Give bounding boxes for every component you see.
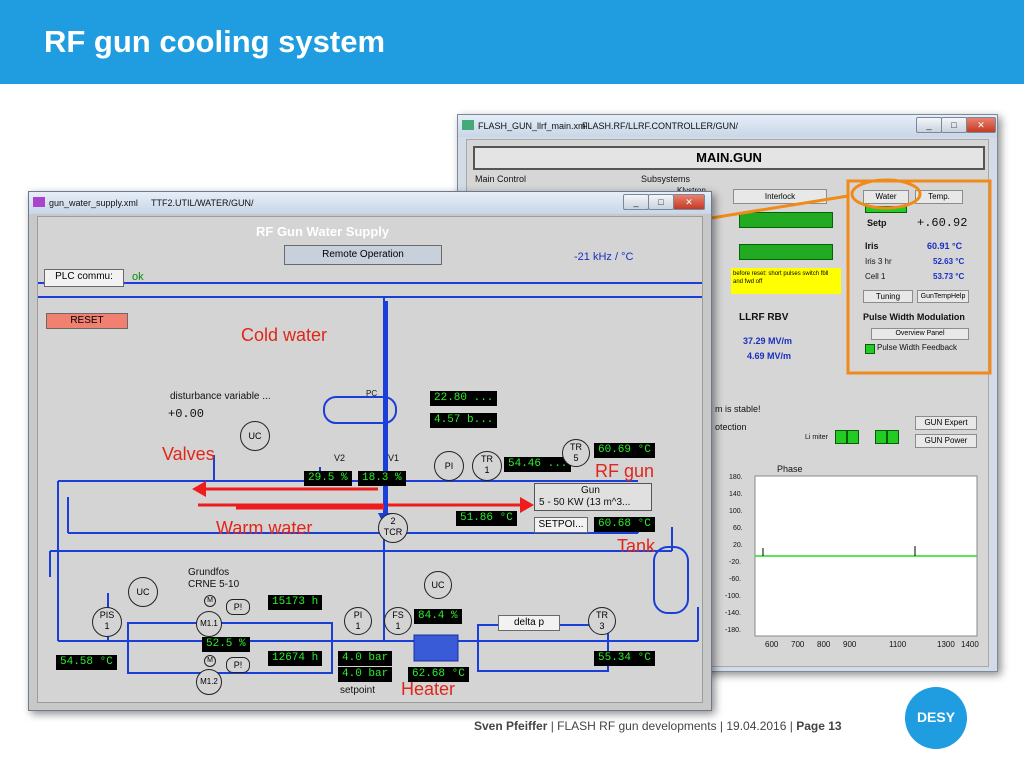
disturbance-value[interactable]: +0.00	[168, 407, 204, 421]
gun-box[interactable]: Gun 5 - 50 KW (13 m^3...	[534, 483, 652, 511]
pump1-hours: 15173 h	[268, 595, 323, 610]
fs1-sensor[interactable]: FS 1	[384, 607, 412, 635]
tcr-sensor[interactable]: 2 TCR	[378, 513, 408, 543]
tr3-sensor[interactable]: TR 3	[588, 607, 616, 635]
water-header: RF Gun Water Supply	[256, 224, 390, 239]
pis-value: 54.58 °C	[56, 655, 117, 670]
pump-m11[interactable]: M1.1	[196, 611, 222, 637]
annotation-rf-gun: RF gun	[595, 461, 655, 481]
annotation-tank: Tank	[617, 536, 656, 556]
tcr-value: 51.86 °C	[456, 511, 517, 526]
flow-value: 84.4 %	[414, 609, 462, 624]
plc-commu-button[interactable]: PLC commu:	[44, 269, 124, 287]
setpoint-label: setpoint	[340, 685, 376, 696]
pressure-value-2: 4.0 bar	[338, 667, 393, 682]
window-title-path: TTF2.UTIL/WATER/GUN/	[151, 198, 254, 208]
plc-status: ok	[132, 271, 144, 283]
motor-icon: M	[204, 595, 216, 607]
gun-label: Gun	[581, 485, 600, 496]
desy-logo-text: DESY	[916, 709, 956, 725]
setpoint-value: 60.68 °C	[594, 517, 655, 532]
gun-spec: 5 - 50 KW (13 m^3...	[539, 497, 631, 508]
annotation-heater: Heater	[401, 679, 456, 699]
remote-operation-button[interactable]: Remote Operation	[284, 245, 442, 265]
pump-model: CRNE 5-10	[188, 579, 240, 590]
water-window-titlebar[interactable]: gun_water_supply.xml TTF2.UTIL/WATER/GUN…	[29, 192, 711, 214]
valve-v2-label: V2	[334, 453, 346, 463]
pump-warning-1: P!	[226, 599, 250, 615]
slide-footer: Sven Pfeiffer | FLASH RF gun development…	[474, 719, 842, 733]
display-pressure-top: 4.57 b...	[430, 413, 498, 428]
footer-author: Sven Pfeiffer	[474, 719, 548, 733]
display-temp-top: 22.80 ...	[430, 391, 498, 406]
pi-sensor[interactable]: PI	[434, 451, 464, 481]
tr1-value: 54.46 ...	[504, 457, 572, 472]
uc-pump-controller[interactable]: UC	[128, 577, 158, 607]
window-title-file: gun_water_supply.xml	[49, 198, 138, 208]
pi1-sensor[interactable]: PI 1	[344, 607, 372, 635]
uc-controller[interactable]: UC	[240, 421, 270, 451]
close-icon[interactable]: ✕	[673, 194, 705, 210]
valve-v2-value: 29.5 %	[304, 471, 352, 486]
pump-warning-2: P!	[226, 657, 250, 673]
annotation-cold-water: Cold water	[241, 325, 328, 345]
annotation-warm-water: Warm water	[216, 518, 313, 538]
uc-heater-controller[interactable]: UC	[424, 571, 452, 599]
pump2-hours: 12674 h	[268, 651, 323, 666]
valve-v1-value: 18.3 %	[358, 471, 406, 486]
pressure-value-1: 4.0 bar	[338, 651, 393, 666]
setpoint-button[interactable]: SETPOI...	[534, 517, 588, 533]
water-supply-window: gun_water_supply.xml TTF2.UTIL/WATER/GUN…	[28, 191, 712, 711]
valve-v1-label: V1	[388, 453, 400, 463]
pump-name: Grundfos	[188, 567, 230, 578]
app-icon	[33, 197, 45, 207]
water-window-body: RF Gun Water Supply Remote Operation -21…	[37, 216, 703, 703]
pc-label: PC	[366, 389, 378, 398]
frequency-readout: -21 kHz / °C	[574, 251, 634, 263]
delta-p-button[interactable]: delta p	[498, 615, 560, 631]
tr1-sensor[interactable]: TR 1	[472, 451, 502, 481]
tr3-value: 55.34 °C	[594, 651, 655, 666]
tr5-sensor[interactable]: TR 5	[562, 439, 590, 467]
minimize-icon[interactable]: _	[623, 194, 649, 210]
reset-button[interactable]: RESET	[46, 313, 128, 329]
disturbance-label: disturbance variable ...	[170, 391, 271, 402]
pump-m12[interactable]: M1.2	[196, 669, 222, 695]
footer-text: | FLASH RF gun developments | 19.04.2016…	[550, 719, 793, 733]
tr5-value: 60.69 °C	[594, 443, 655, 458]
motor-icon: M	[204, 655, 216, 667]
pis-sensor[interactable]: PIS 1	[92, 607, 122, 637]
maximize-icon[interactable]: □	[648, 194, 674, 210]
annotation-valves: Valves	[162, 444, 215, 464]
pump-speed: 52.5 %	[202, 637, 250, 652]
footer-page: Page 13	[796, 719, 842, 733]
desy-logo: DESY	[905, 687, 967, 749]
